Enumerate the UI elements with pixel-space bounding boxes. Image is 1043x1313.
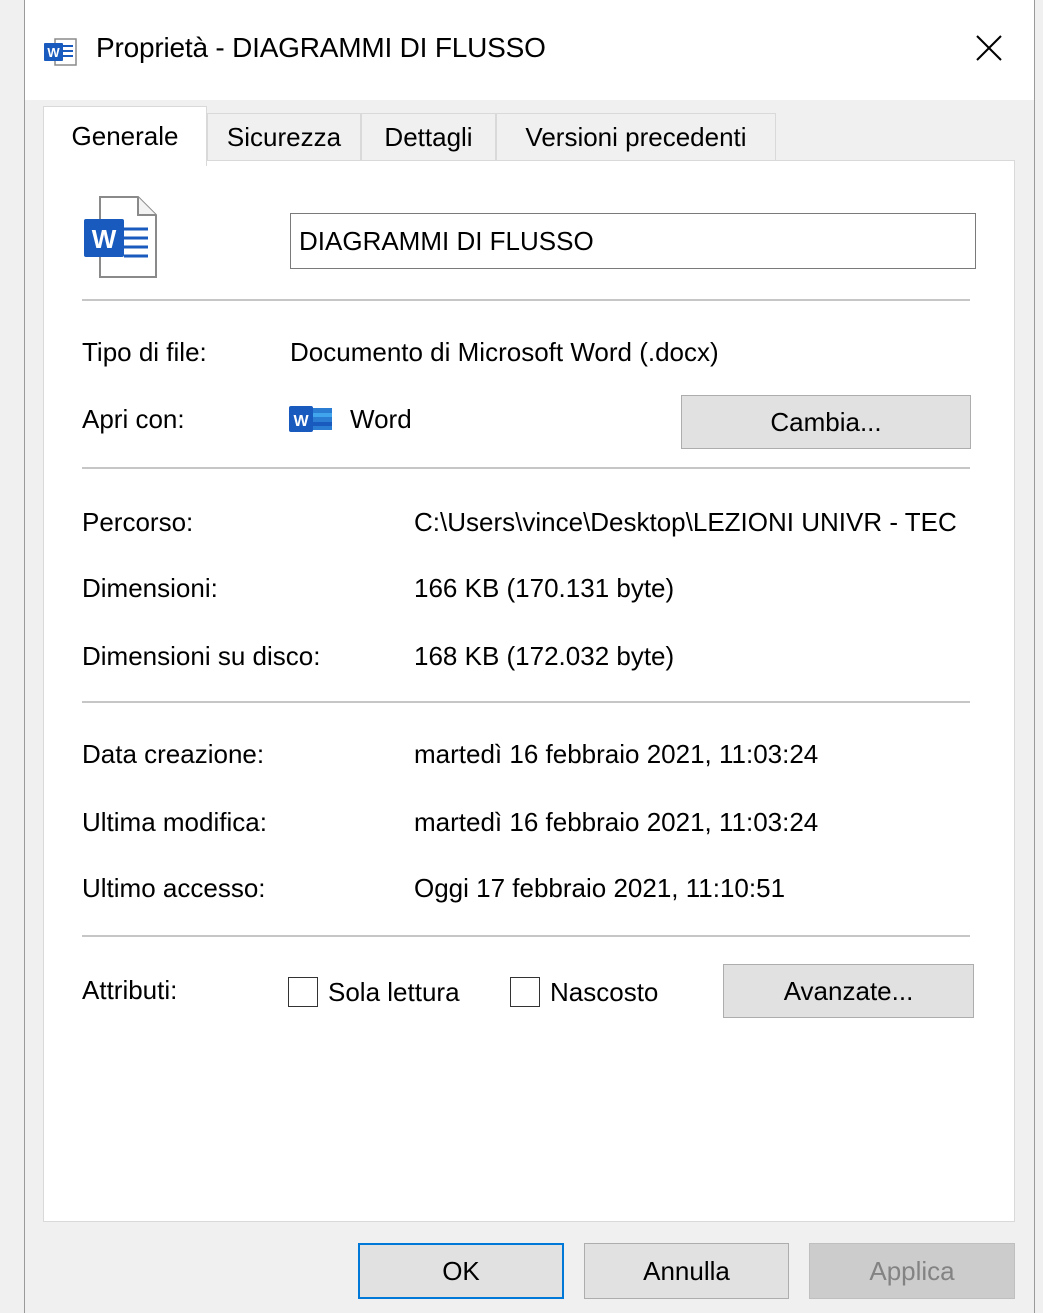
size-label: Dimensioni: (82, 573, 218, 603)
hidden-label[interactable]: Nascosto (550, 977, 658, 1008)
word-app-icon: W (288, 404, 334, 439)
advanced-button-label: Avanzate... (783, 975, 914, 1006)
file-name-input[interactable] (290, 213, 976, 269)
separator (82, 467, 970, 469)
tab-generale[interactable]: Generale (43, 106, 207, 166)
separator (82, 299, 970, 301)
ok-button[interactable]: OK (358, 1243, 564, 1299)
word-document-icon: W (82, 195, 160, 284)
svg-text:W: W (47, 45, 60, 60)
window-border-right (1034, 0, 1035, 1313)
hidden-checkbox[interactable] (510, 977, 540, 1007)
advanced-button[interactable]: Avanzate... (723, 964, 974, 1018)
svg-text:W: W (293, 413, 309, 430)
file-type-label: Tipo di file: (82, 337, 207, 367)
change-button[interactable]: Cambia... (681, 395, 971, 449)
modified-value: martedì 16 febbraio 2021, 11:03:24 (414, 807, 819, 837)
accessed-value: Oggi 17 febbraio 2021, 11:10:51 (414, 873, 786, 903)
readonly-checkbox[interactable] (288, 977, 318, 1007)
properties-dialog: W Proprietà - DIAGRAMMI DI FLUSSO Genera… (0, 0, 1043, 1313)
tab-label: Sicurezza (226, 121, 342, 152)
disk-size-label: Dimensioni su disco: (82, 641, 321, 671)
tab-label: Generale (71, 121, 179, 151)
close-button[interactable] (965, 26, 1013, 74)
separator (82, 935, 970, 937)
modified-label: Ultima modifica: (82, 807, 267, 837)
tab-label: Dettagli (384, 121, 473, 152)
word-icon: W (43, 36, 77, 68)
apply-button-label: Applica (869, 1255, 955, 1286)
apply-button[interactable]: Applica (809, 1243, 1015, 1299)
disk-size-value: 168 KB (172.032 byte) (414, 641, 675, 671)
tab-dettagli[interactable]: Dettagli (361, 113, 496, 160)
svg-text:W: W (92, 224, 117, 254)
general-tab-panel: W Tipo di file: Documento di Microsoft W… (43, 160, 1015, 1222)
file-type-value: Documento di Microsoft Word (.docx) (290, 337, 719, 367)
created-label: Data creazione: (82, 739, 265, 769)
window-title: Proprietà - DIAGRAMMI DI FLUSSO (96, 32, 546, 63)
open-with-app: Word (350, 404, 412, 434)
tab-label: Versioni precedenti (525, 121, 747, 152)
open-with-label: Apri con: (82, 404, 185, 434)
attributes-label: Attributi: (82, 975, 178, 1005)
change-button-label: Cambia... (770, 406, 882, 437)
ok-button-label: OK (442, 1255, 480, 1286)
readonly-label[interactable]: Sola lettura (328, 977, 460, 1008)
tab-versioni-precedenti[interactable]: Versioni precedenti (496, 113, 776, 160)
created-value: martedì 16 febbraio 2021, 11:03:24 (414, 739, 819, 769)
separator (82, 701, 970, 703)
accessed-label: Ultimo accesso: (82, 873, 266, 903)
path-value: C:\Users\vince\Desktop\LEZIONI UNIVR - T… (414, 507, 957, 537)
close-icon (975, 34, 1003, 67)
size-value: 166 KB (170.131 byte) (414, 573, 675, 603)
cancel-button[interactable]: Annulla (584, 1243, 789, 1299)
title-bar[interactable]: W Proprietà - DIAGRAMMI DI FLUSSO (25, 0, 1034, 100)
tab-sicurezza[interactable]: Sicurezza (207, 113, 361, 160)
cancel-button-label: Annulla (643, 1255, 730, 1286)
path-label: Percorso: (82, 507, 194, 537)
